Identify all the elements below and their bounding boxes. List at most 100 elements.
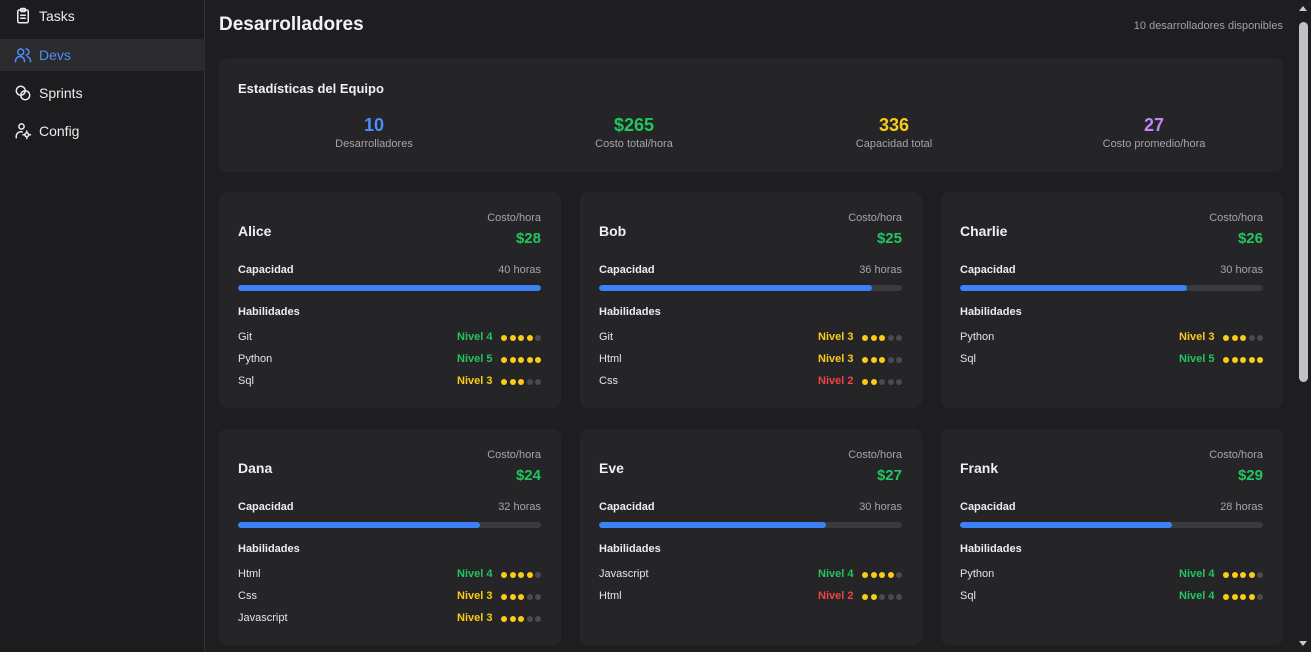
skill-name: Html <box>599 353 622 365</box>
dev-card-bob[interactable]: Bob Costo/hora $25 Capacidad 36 horas Habilid… <box>580 192 922 408</box>
skill-dot <box>879 379 885 385</box>
dev-name: Bob <box>599 223 627 239</box>
skill-rating <box>860 372 902 390</box>
skill-dot <box>1231 335 1238 341</box>
clipboard-icon <box>14 7 32 25</box>
cost-label: Costo/hora <box>487 212 541 224</box>
skill-rating <box>860 587 902 605</box>
skill-dot <box>862 594 868 600</box>
skill-dot <box>1223 357 1229 363</box>
skill-dot <box>509 357 516 363</box>
stat-label: Costo total/hora <box>595 138 673 150</box>
skill-rating <box>860 565 902 583</box>
skill-name: Python <box>960 331 995 343</box>
skill-rating <box>499 565 541 583</box>
capacity-bar <box>238 285 541 291</box>
skill-dot <box>501 572 507 578</box>
skill-dot <box>526 379 533 385</box>
scroll-down-arrow[interactable] <box>1299 641 1307 646</box>
skill-row: Git Nivel 3 <box>599 329 902 345</box>
skill-name: Python <box>960 568 995 580</box>
dev-card-dana[interactable]: Dana Costo/hora $24 Capacidad 32 horas Habili… <box>219 429 561 645</box>
skill-level: Nivel 3 <box>818 331 854 343</box>
skill-row: Html Nivel 4 <box>238 566 541 582</box>
skill-dot <box>535 616 541 622</box>
sidebar-item-devs[interactable]: Devs <box>0 39 205 71</box>
skill-level: Nivel 3 <box>1179 331 1215 343</box>
skill-dot <box>518 357 524 363</box>
skill-name: Git <box>238 331 253 343</box>
skill-dot <box>501 616 507 622</box>
skill-dot <box>526 594 533 600</box>
skill-dot <box>887 572 894 578</box>
skill-dot <box>526 616 533 622</box>
stat-label: Costo promedio/hora <box>1102 138 1206 150</box>
dev-card-alice[interactable]: Alice Costo/hora $28 Capacidad 40 horas Habil… <box>219 192 561 408</box>
scrollbar[interactable] <box>1296 0 1311 652</box>
skill-name: Javascript <box>238 612 288 624</box>
scroll-up-arrow[interactable] <box>1299 6 1307 11</box>
skill-level: Nivel 4 <box>818 568 854 580</box>
capacity-label: Capacidad <box>238 264 294 276</box>
users-icon <box>14 46 32 64</box>
page-title: Desarrolladores <box>219 14 364 35</box>
skill-dot <box>879 335 885 341</box>
skill-dot <box>1231 594 1238 600</box>
skill-dot <box>896 594 902 600</box>
stat-average-cost: 27 Costo promedio/hora <box>1024 114 1284 150</box>
dev-name: Frank <box>960 460 999 476</box>
skill-name: Css <box>238 590 257 602</box>
skill-name: Sql <box>960 353 976 365</box>
capacity-bar-fill <box>599 285 872 291</box>
skill-dot <box>518 594 524 600</box>
main-content: Desarrolladores 10 desarrolladores dispo… <box>206 0 1296 652</box>
skill-dot <box>862 335 868 341</box>
capacity-value: 36 horas <box>859 264 902 276</box>
capacity-value: 40 horas <box>498 264 541 276</box>
capacity-label: Capacidad <box>238 501 294 513</box>
scroll-thumb[interactable] <box>1299 22 1308 382</box>
skill-dot <box>518 572 524 578</box>
skill-dot <box>887 379 894 385</box>
skill-dot <box>870 594 877 600</box>
dev-card-eve[interactable]: Eve Costo/hora $27 Capacidad 30 horas Habilid… <box>580 429 922 645</box>
dev-name: Charlie <box>960 223 1008 239</box>
cost-value: $29 <box>1237 467 1263 484</box>
skill-dot <box>501 335 507 341</box>
skill-dot <box>1248 594 1255 600</box>
dev-card-charlie[interactable]: Charlie Costo/hora $26 Capacidad 30 horas Hab… <box>941 192 1283 408</box>
skill-dot <box>509 379 516 385</box>
capacity-bar <box>960 285 1263 291</box>
skill-dot <box>870 357 877 363</box>
dev-name: Dana <box>238 460 273 476</box>
sidebar-item-config[interactable]: Config <box>0 115 205 147</box>
skill-rating <box>499 372 541 390</box>
capacity-label: Capacidad <box>599 501 655 513</box>
cost-value: $25 <box>876 230 902 247</box>
skills-label: Habilidades <box>960 306 1022 318</box>
skill-dot <box>862 572 868 578</box>
skill-row: Css Nivel 2 <box>599 373 902 389</box>
capacity-bar-fill <box>960 522 1173 528</box>
skill-level: Nivel 4 <box>457 331 493 343</box>
skill-dot <box>535 379 541 385</box>
skill-name: Python <box>238 353 273 365</box>
skill-dot <box>1240 572 1246 578</box>
dev-card-frank[interactable]: Frank Costo/hora $29 Capacidad 28 horas Habil… <box>941 429 1283 645</box>
skill-dot <box>879 572 885 578</box>
skill-dot <box>509 572 516 578</box>
skills-label: Habilidades <box>599 306 661 318</box>
sidebar-item-sprints[interactable]: Sprints <box>0 77 205 109</box>
dev-name: Eve <box>599 460 624 476</box>
available-count: 10 desarrolladores disponibles <box>1133 20 1283 32</box>
skill-row: Css Nivel 3 <box>238 588 541 604</box>
capacity-bar-fill <box>960 285 1188 291</box>
capacity-bar <box>238 522 541 528</box>
sidebar-item-tasks[interactable]: Tasks <box>0 0 205 32</box>
stat-value: 27 <box>1143 115 1165 135</box>
stat-total-cost: $265 Costo total/hora <box>504 114 764 150</box>
cost-label: Costo/hora <box>1209 449 1263 461</box>
skill-level: Nivel 4 <box>457 568 493 580</box>
skill-dot <box>1223 335 1229 341</box>
skill-dot <box>535 572 541 578</box>
